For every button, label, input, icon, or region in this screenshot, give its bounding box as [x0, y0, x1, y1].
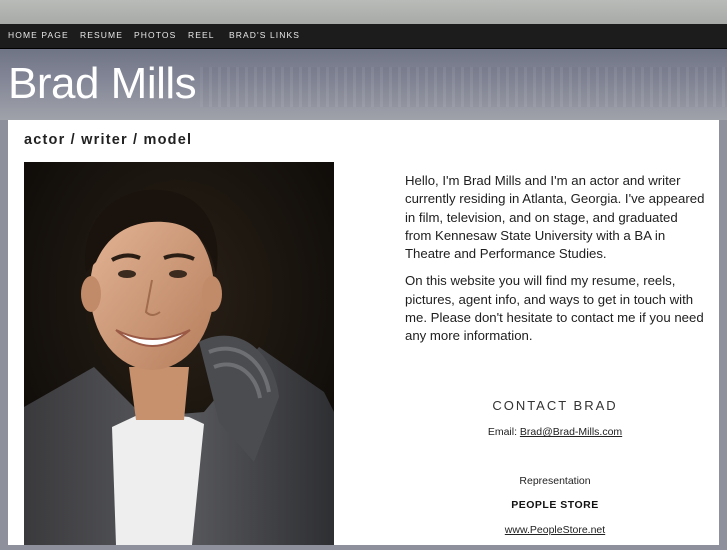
representation-label: Representation [519, 475, 591, 487]
intro-paragraph: Hello, I'm Brad Mills and I'm an actor a… [405, 173, 705, 262]
nav-photos[interactable]: PHOTOS [134, 24, 176, 48]
site-title: Brad Mills [8, 59, 197, 108]
nav-bar: HOME PAGE RESUME PHOTOS REEL BRAD'S LINK… [0, 24, 727, 49]
header-banner: Brad Mills [0, 49, 727, 120]
email-label: Email: [487, 426, 520, 438]
agency-link[interactable]: www.PeopleStore.net [405, 524, 705, 536]
nav-reel[interactable]: REEL [188, 24, 215, 48]
nav-home-page[interactable]: HOME PAGE [8, 24, 69, 48]
agency-name: PEOPLE STORE [511, 499, 599, 511]
header-texture [200, 67, 727, 107]
contact-heading: CONTACT BRAD [492, 398, 618, 413]
portrait-photo [24, 162, 334, 545]
content-panel: actor / writer / model Hello, I'm Brad M… [8, 120, 719, 545]
email-link[interactable]: Brad@Brad-Mills.com [520, 426, 622, 438]
email-line: Email: Brad@Brad-Mills.com [405, 426, 705, 438]
nav-brads-links[interactable]: BRAD'S LINKS [229, 24, 300, 48]
tagline: actor / writer / model [24, 132, 193, 148]
nav-resume[interactable]: RESUME [80, 24, 123, 48]
intro-paragraph: On this website you will find my resume,… [405, 273, 704, 344]
intro-text: Hello, I'm Brad Mills and I'm an actor a… [405, 172, 705, 355]
top-strip [0, 0, 727, 24]
